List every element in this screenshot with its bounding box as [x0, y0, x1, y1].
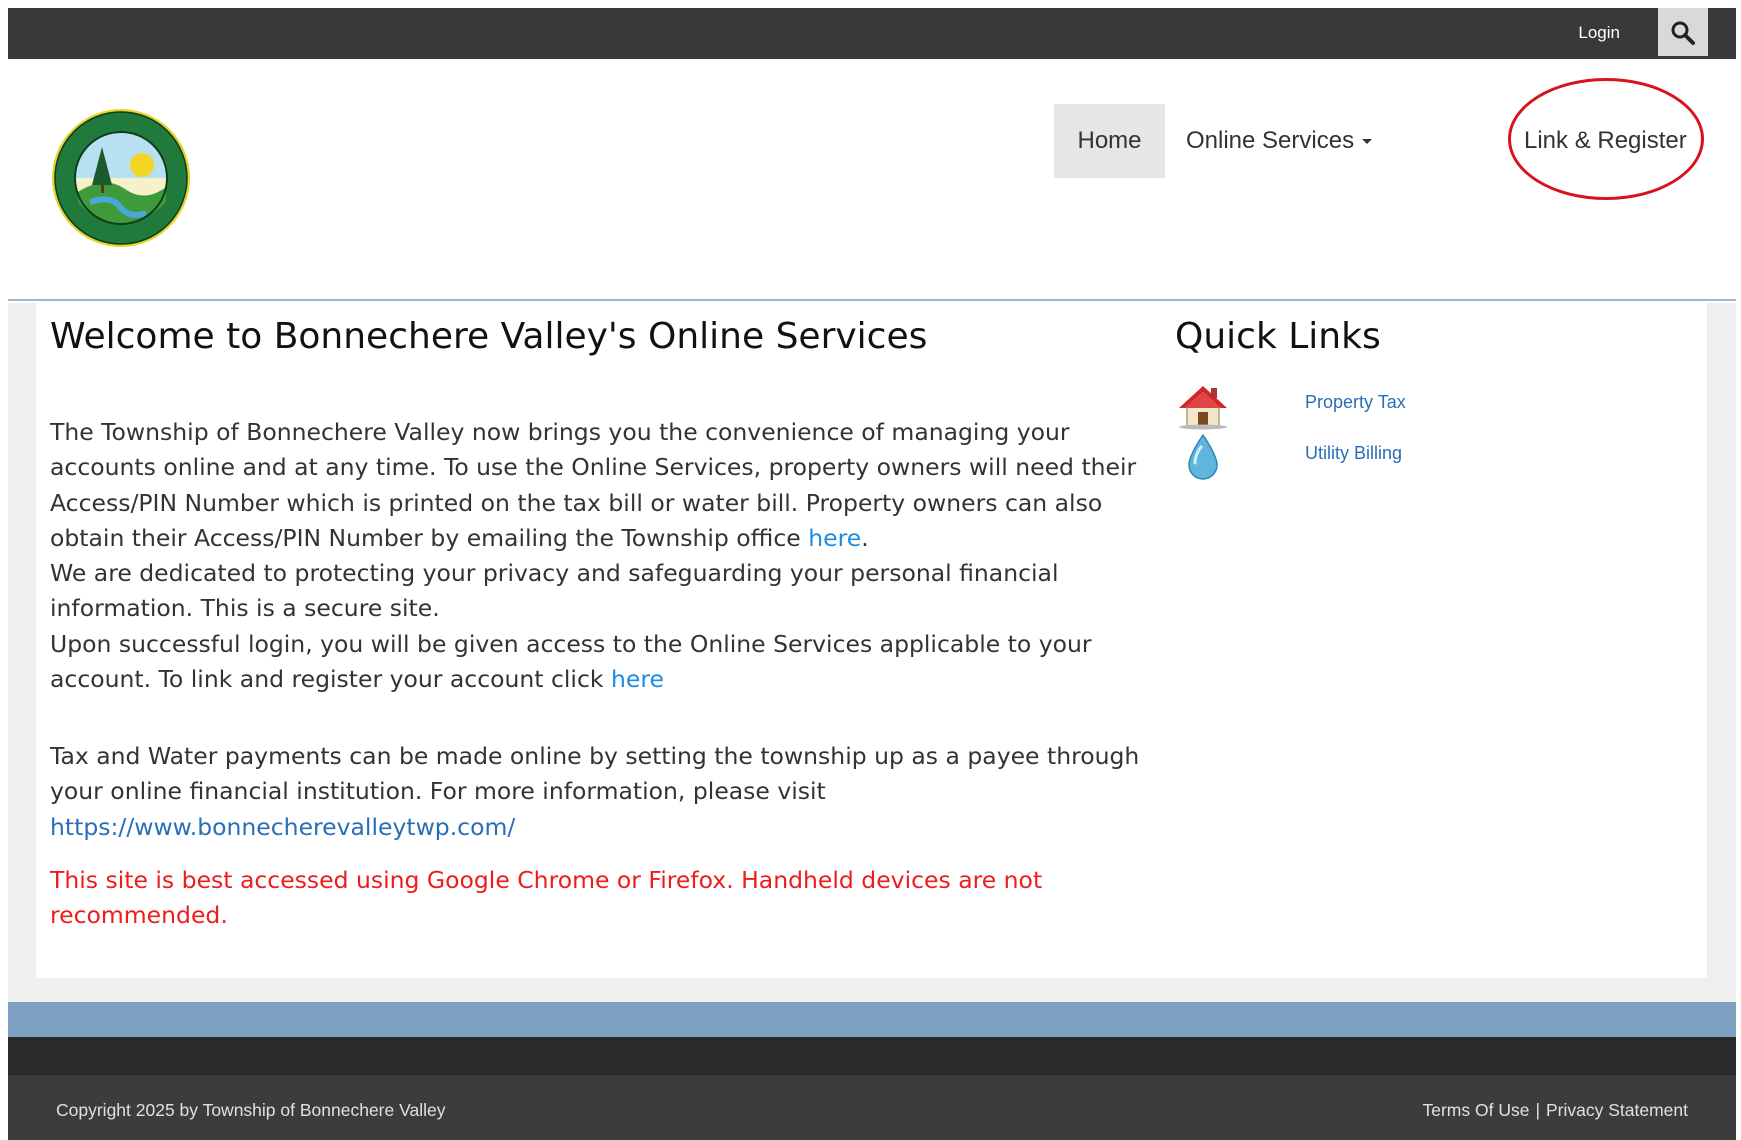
- house-icon: [1179, 386, 1227, 430]
- nav-services-label: Online Services: [1186, 127, 1355, 154]
- nav-home-label: Home: [1077, 127, 1142, 154]
- township-website-link[interactable]: https://www.bonnecherevalleytwp.com/: [50, 813, 515, 841]
- intro-text: The Township of Bonnechere Valley now br…: [50, 418, 1137, 552]
- nav-home[interactable]: Home: [1054, 104, 1165, 178]
- login-link[interactable]: Login: [1578, 23, 1620, 43]
- search-button[interactable]: [1658, 8, 1708, 56]
- quick-links-title: Quick Links: [1175, 316, 1381, 357]
- footer-blue-band: [8, 1002, 1736, 1037]
- site-footer: Copyright 2025 by Township of Bonnechere…: [8, 1075, 1736, 1140]
- page-title: Welcome to Bonnechere Valley's Online Se…: [50, 316, 928, 357]
- email-township-link[interactable]: here: [808, 524, 861, 552]
- nav-link-register[interactable]: Link & Register: [1524, 104, 1687, 178]
- privacy-text: We are dedicated to protecting your priv…: [50, 559, 1059, 623]
- register-here-link[interactable]: here: [611, 665, 664, 693]
- intro-text-period: .: [861, 523, 869, 552]
- nav-register-label: Link & Register: [1524, 127, 1687, 154]
- copyright-text: Copyright 2025 by Township of Bonnechere…: [56, 1100, 446, 1120]
- login-info-text: Upon successful login, you will be given…: [50, 629, 1092, 694]
- property-tax-link[interactable]: Property Tax: [1305, 392, 1406, 413]
- footer-separator: |: [1535, 1100, 1540, 1120]
- top-bar: Login: [8, 8, 1736, 59]
- browser-warning: This site is best accessed using Google …: [50, 866, 1043, 930]
- footer-dark-band: [8, 1037, 1736, 1075]
- nav-online-services[interactable]: Online Services: [1186, 104, 1373, 178]
- intro-paragraph: The Township of Bonnechere Valley now br…: [50, 415, 1140, 697]
- township-seal-logo[interactable]: [50, 107, 192, 249]
- payment-text: Tax and Water payments can be made onlin…: [50, 742, 1140, 806]
- footer-links: Terms Of Use | Privacy Statement: [1422, 1100, 1688, 1121]
- utility-billing-link[interactable]: Utility Billing: [1305, 443, 1402, 464]
- caret-down-icon: [1362, 139, 1373, 145]
- terms-of-use-link[interactable]: Terms Of Use: [1422, 1100, 1529, 1120]
- payment-paragraph: Tax and Water payments can be made onlin…: [50, 739, 1140, 845]
- site-header: Home Online Services Link & Register: [8, 59, 1736, 301]
- search-icon: [1671, 21, 1695, 45]
- privacy-statement-link[interactable]: Privacy Statement: [1546, 1100, 1688, 1120]
- water-drop-icon: [1188, 433, 1218, 480]
